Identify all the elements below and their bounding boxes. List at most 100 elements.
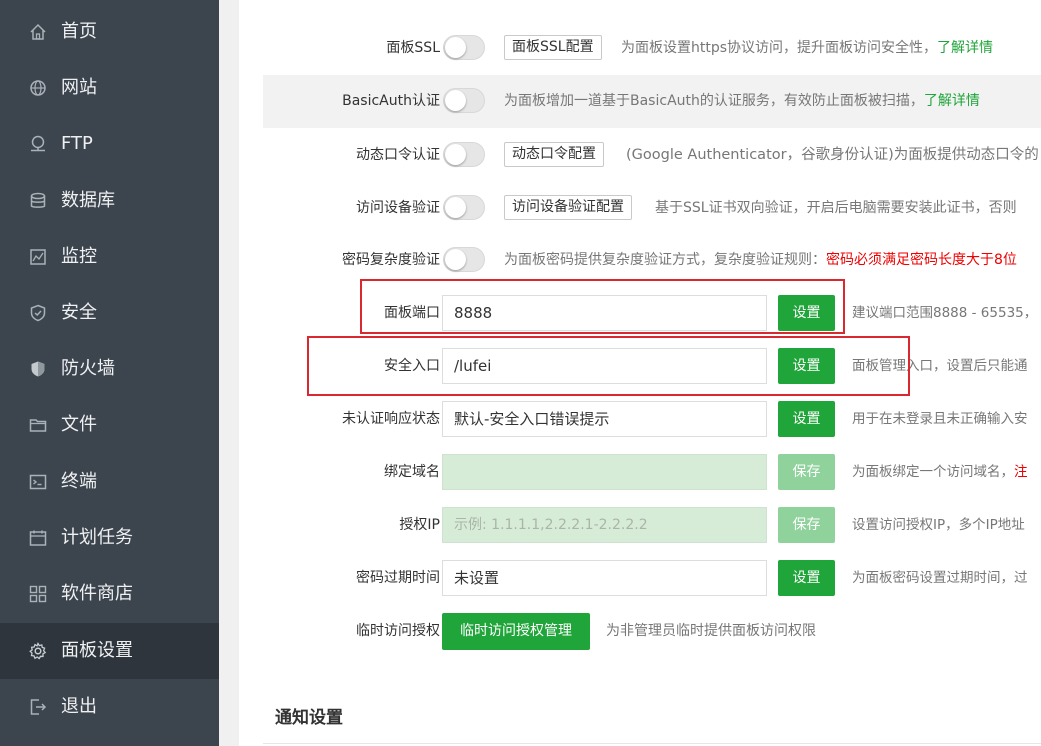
setting-row-dynamic-password: 动态口令认证 动态口令配置 (Google Authenticator，谷歌身份…	[263, 129, 1041, 182]
highlight-box-entrance	[307, 336, 910, 396]
auth-ip-input[interactable]: 示例: 1.1.1.1,2.2.2.1-2.2.2.2	[442, 507, 767, 543]
logout-icon	[30, 699, 47, 715]
toggle-knob	[445, 90, 466, 111]
apps-icon	[29, 585, 47, 603]
toggle-knob	[445, 37, 466, 58]
setting-desc-text: 为面板增加一道基于BasicAuth的认证服务，有效防止面板被扫描，	[504, 93, 924, 109]
toggle-knob	[445, 144, 466, 165]
temp-access-manage-button[interactable]: 临时访问授权管理	[442, 613, 590, 650]
setting-row-unauth-status: 未认证响应状态 默认-安全入口错误提示 设置 用于在未登录且未正确输入安	[263, 393, 1041, 446]
basicauth-toggle[interactable]	[443, 88, 485, 113]
sidebar-item-label: 监控	[61, 246, 97, 267]
auth-ip-save-button[interactable]: 保存	[778, 507, 835, 543]
setting-label: 未认证响应状态	[342, 411, 440, 427]
home-icon	[30, 23, 46, 40]
setting-row-password-expire: 密码过期时间 未设置 设置 为面板密码设置过期时间，过	[263, 552, 1041, 605]
sidebar-item-panel-settings[interactable]: 面板设置	[0, 623, 219, 679]
dynamic-password-config-button[interactable]: 动态口令配置	[504, 142, 604, 167]
setting-desc-warning: 注	[1014, 464, 1028, 480]
learn-more-link[interactable]: 了解详情	[924, 93, 980, 109]
shield-icon	[30, 304, 46, 322]
setting-desc: 建议端口范围8888 - 65535，	[852, 305, 1038, 321]
globe-icon	[30, 80, 46, 96]
highlight-box-port	[360, 279, 845, 334]
setting-row-bind-domain: 绑定域名 保存 为面板绑定一个访问域名，注	[263, 446, 1041, 499]
unauth-status-select[interactable]: 默认-安全入口错误提示	[442, 401, 767, 437]
device-verify-config-button[interactable]: 访问设备验证配置	[504, 195, 632, 220]
settings-panel: 面板SSL 面板SSL配置 为面板设置https协议访问，提升面板访问安全性，了…	[239, 0, 1041, 746]
sidebar-item-website[interactable]: 网站	[0, 60, 219, 116]
calendar-icon	[29, 530, 47, 546]
setting-desc: 设置访问授权IP，多个IP地址	[852, 517, 1025, 533]
sidebar-item-label: 计划任务	[61, 527, 133, 548]
setting-desc: 基于SSL证书双向验证，开启后电脑需要安装此证书，否则	[655, 200, 1017, 216]
setting-row-ssl: 面板SSL 面板SSL配置 为面板设置https协议访问，提升面板访问安全性，了…	[263, 22, 1041, 75]
learn-more-link[interactable]: 了解详情	[937, 40, 993, 56]
setting-desc: 为非管理员临时提供面板访问权限	[606, 623, 816, 639]
firewall-icon	[31, 361, 45, 377]
ssl-config-button[interactable]: 面板SSL配置	[504, 35, 602, 60]
notify-settings-title: 通知设置	[275, 708, 343, 728]
sidebar-item-label: 首页	[61, 21, 97, 42]
setting-row-device-verify: 访问设备验证 访问设备验证配置 基于SSL证书双向验证，开启后电脑需要安装此证书…	[263, 182, 1041, 235]
setting-desc-warning: 密码必须满足密码长度大于8位	[826, 252, 1017, 268]
dynamic-password-toggle[interactable]	[443, 142, 485, 167]
setting-row-basicauth: BasicAuth认证 为面板增加一道基于BasicAuth的认证服务，有效防止…	[263, 75, 1041, 128]
setting-desc-text: 为面板绑定一个访问域名，	[852, 464, 1014, 480]
toggle-knob	[445, 197, 466, 218]
setting-desc: (Google Authenticator，谷歌身份认证)为面板提供动态口令的	[626, 147, 1039, 163]
sidebar-item-label: 安全	[61, 302, 97, 323]
sidebar-item-label: 文件	[61, 414, 97, 435]
password-complexity-toggle[interactable]	[443, 247, 485, 272]
terminal-icon	[29, 474, 47, 490]
password-expire-input[interactable]: 未设置	[442, 560, 767, 596]
setting-label: 面板SSL	[386, 40, 440, 56]
sidebar-item-logout[interactable]: 退出	[0, 679, 219, 735]
setting-desc: 为面板绑定一个访问域名，注	[852, 446, 1028, 499]
sidebar-item-files[interactable]: 文件	[0, 397, 219, 453]
gear-icon	[29, 642, 47, 660]
setting-row-temp-access: 临时访问授权 临时访问授权管理 为非管理员临时提供面板访问权限	[263, 605, 1041, 658]
setting-label: 密码过期时间	[356, 570, 440, 586]
sidebar-item-security[interactable]: 安全	[0, 285, 219, 341]
setting-desc: 用于在未登录且未正确输入安	[852, 411, 1028, 427]
monitor-icon	[30, 249, 46, 265]
sidebar-item-ftp[interactable]: FTP	[0, 116, 219, 172]
ssl-toggle[interactable]	[443, 35, 485, 60]
sidebar-item-label: 终端	[61, 471, 97, 492]
folder-icon	[29, 419, 47, 432]
setting-desc-text: 为面板密码提供复杂度验证方式，复杂度验证规则：	[504, 252, 826, 268]
sidebar-item-label: 退出	[61, 696, 97, 717]
database-icon	[30, 192, 46, 208]
setting-desc: 为面板增加一道基于BasicAuth的认证服务，有效防止面板被扫描，了解详情	[504, 75, 980, 128]
setting-label: 动态口令认证	[356, 147, 440, 163]
password-expire-set-button[interactable]: 设置	[778, 560, 835, 596]
setting-label: 绑定域名	[384, 464, 440, 480]
sidebar-item-home[interactable]: 首页	[0, 4, 219, 60]
sidebar-item-label: 软件商店	[61, 583, 133, 604]
device-verify-toggle[interactable]	[443, 195, 485, 220]
sidebar-item-label: 面板设置	[61, 640, 133, 661]
sidebar-item-terminal[interactable]: 终端	[0, 454, 219, 510]
sidebar-item-label: FTP	[61, 133, 93, 154]
toggle-knob	[445, 249, 466, 270]
setting-label: 访问设备验证	[356, 200, 440, 216]
setting-label: 临时访问授权	[356, 623, 440, 639]
setting-row-auth-ip: 授权IP 示例: 1.1.1.1,2.2.2.1-2.2.2.2 保存 设置访问…	[263, 499, 1041, 552]
bind-domain-save-button[interactable]: 保存	[778, 454, 835, 490]
setting-desc: 为面板设置https协议访问，提升面板访问安全性，了解详情	[621, 22, 993, 75]
sidebar-item-crontab[interactable]: 计划任务	[0, 510, 219, 566]
ftp-icon	[31, 135, 45, 152]
sidebar-item-firewall[interactable]: 防火墙	[0, 341, 219, 397]
divider	[263, 743, 1041, 744]
unauth-status-set-button[interactable]: 设置	[778, 401, 835, 437]
sidebar-item-database[interactable]: 数据库	[0, 173, 219, 229]
setting-desc-text: 为面板设置https协议访问，提升面板访问安全性，	[621, 40, 938, 56]
sidebar-item-label: 数据库	[61, 190, 115, 211]
sidebar-item-label: 网站	[61, 77, 97, 98]
content-gutter	[219, 0, 239, 746]
sidebar-item-monitor[interactable]: 监控	[0, 229, 219, 285]
sidebar-item-store[interactable]: 软件商店	[0, 566, 219, 622]
bind-domain-input[interactable]	[442, 454, 767, 490]
setting-label: BasicAuth认证	[342, 93, 440, 109]
